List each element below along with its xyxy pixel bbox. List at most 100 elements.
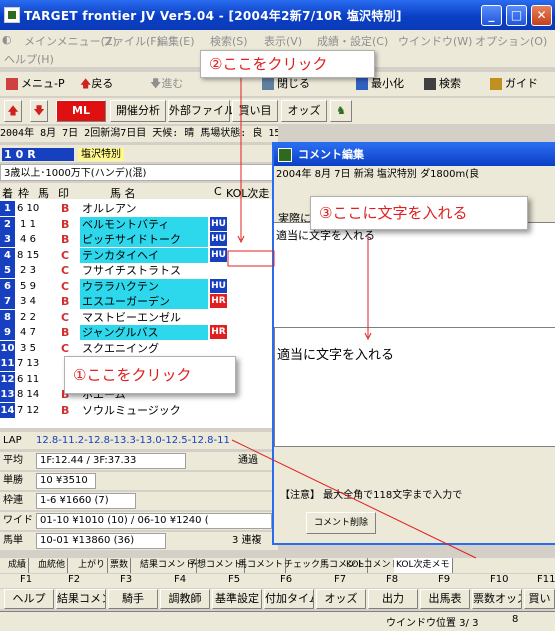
menu-view[interactable]: 表示(V) bbox=[264, 33, 302, 49]
fkey-label: F3 bbox=[120, 574, 133, 585]
horse-name-cell[interactable]: エスユーガーデン bbox=[80, 294, 208, 309]
menu-edit[interactable]: 編集(E) bbox=[157, 33, 195, 49]
minimize-button[interactable]: _ bbox=[481, 5, 502, 26]
fkey-button-10[interactable]: 票数オッズ bbox=[472, 589, 522, 609]
waku-cell: 8 14 bbox=[17, 389, 40, 400]
mark-cell: B bbox=[61, 326, 70, 339]
table-row[interactable]: 3 4 6 B ピッチサイドトーク HU bbox=[0, 232, 278, 247]
forward-button[interactable]: 🡇進む bbox=[150, 75, 183, 93]
dialog-note: 【注意】 最大全角で118文字まで入力で bbox=[280, 490, 463, 501]
fkey-button-8[interactable]: 出力 bbox=[368, 589, 418, 609]
table-row[interactable]: 14 7 12 B ソウルミュージック bbox=[0, 402, 278, 418]
fkey-button-7[interactable]: オッズ bbox=[316, 589, 366, 609]
horse-name-cell[interactable]: ウララハクテン bbox=[80, 278, 208, 294]
rank-cell: 14 bbox=[0, 402, 15, 418]
menu-search[interactable]: 検索(S) bbox=[210, 33, 248, 49]
buy-button[interactable]: 買い目 bbox=[232, 100, 278, 122]
menu-option[interactable]: オプション(O) bbox=[475, 33, 547, 49]
close-button[interactable]: ✕ bbox=[531, 5, 552, 26]
menu-help[interactable]: ヘルプ(H) bbox=[4, 51, 54, 67]
avg-label: 平均 bbox=[3, 455, 23, 466]
horse-name-cell[interactable]: ジャングルバス bbox=[80, 325, 208, 340]
comment-field[interactable]: 適当に文字を入れる bbox=[274, 222, 555, 327]
tab-1[interactable]: 血統他 bbox=[36, 558, 69, 573]
fkey-button-2[interactable]: 結果コメント bbox=[56, 589, 106, 609]
table-row[interactable]: 5 2 3 C フサイチストラトス bbox=[0, 263, 278, 278]
menu-window[interactable]: ウインドウ(W) bbox=[398, 33, 472, 49]
lap-label: LAP bbox=[3, 435, 22, 446]
horse-name-cell[interactable]: テンカタイヘイ bbox=[80, 247, 208, 263]
callout-1: ①ここをクリック bbox=[64, 356, 236, 394]
back-button[interactable]: 🡅戻る bbox=[80, 75, 113, 93]
page-number: 8 bbox=[512, 614, 519, 625]
table-row[interactable]: 16 10 B オルレアン bbox=[0, 201, 278, 216]
kol-tag[interactable]: HU bbox=[210, 247, 227, 262]
tab-2[interactable]: 上がり bbox=[76, 558, 109, 573]
rank-cell: 3 bbox=[0, 232, 15, 247]
odds-button[interactable]: オッズ bbox=[281, 100, 327, 122]
open-analysis-button[interactable]: 開催分析 bbox=[110, 100, 166, 122]
menu-icon[interactable]: ◐ bbox=[2, 33, 12, 46]
mark-cell: C bbox=[61, 310, 70, 324]
table-row[interactable]: 10 3 5 C スクエニイング bbox=[0, 340, 278, 356]
fkey-button-1[interactable]: ヘルプ bbox=[4, 589, 54, 609]
horse-icon[interactable]: ♞ bbox=[330, 100, 352, 122]
tab-0[interactable]: 成績 bbox=[6, 558, 30, 573]
horse-name-cell[interactable]: マストビーエンゼル bbox=[80, 310, 208, 325]
frame-row: 枠連 1-6 ¥1660 (7) bbox=[0, 492, 278, 510]
header-horse: 馬 bbox=[38, 187, 49, 200]
header-rank: 着 bbox=[2, 187, 13, 200]
fkey-label: F4 bbox=[174, 574, 187, 585]
window-title: TARGET frontier JV Ver5.04 - [2004年2新7/1… bbox=[24, 9, 402, 23]
fkey-button-9[interactable]: 出馬表 bbox=[420, 589, 470, 609]
prev-race-button[interactable]: 🡅 bbox=[4, 100, 22, 122]
guide-button[interactable]: ガイド bbox=[490, 75, 538, 93]
comment-input[interactable]: 適当に文字を入れる bbox=[274, 327, 555, 447]
table-row[interactable]: 48 15 C テンカタイヘイ HU bbox=[0, 247, 278, 263]
app-icon[interactable] bbox=[4, 7, 20, 23]
fkey-button-3[interactable]: 騎手 bbox=[108, 589, 158, 609]
fkey-button-5[interactable]: 基準設定 bbox=[212, 589, 262, 609]
kol-tag[interactable]: HU bbox=[210, 216, 227, 231]
horse-name-cell[interactable]: フサイチストラトス bbox=[80, 263, 208, 278]
rank-cell: 12 bbox=[0, 371, 15, 387]
fkey-button-6[interactable]: 付加タイム bbox=[264, 589, 314, 609]
main-menu-button[interactable]: メニュ-P bbox=[6, 75, 65, 93]
table-row[interactable]: 9 4 7 B ジャングルバス HR bbox=[0, 325, 278, 340]
table-row[interactable]: 8 2 2 C マストビーエンゼル bbox=[0, 309, 278, 325]
avg-extra: 通過 bbox=[238, 455, 258, 466]
delete-comment-button[interactable]: コメント削除 bbox=[306, 512, 376, 534]
table-row[interactable]: 7 3 4 B エスユーガーデン HR bbox=[0, 294, 278, 309]
table-row[interactable]: 2 1 1 B ベルモントバティ HU bbox=[0, 216, 278, 232]
ml-button[interactable]: ML bbox=[56, 100, 106, 122]
kol-tag[interactable]: HR bbox=[210, 325, 227, 339]
next-race-button[interactable]: 🡇 bbox=[30, 100, 48, 122]
horse-name-cell[interactable]: ソウルミュージック bbox=[80, 403, 208, 418]
kol-tag[interactable]: HU bbox=[210, 232, 227, 246]
search-tool-button[interactable]: 検索 bbox=[424, 75, 461, 93]
horse-name-cell[interactable]: オルレアン bbox=[80, 201, 208, 216]
kol-tag[interactable]: HR bbox=[210, 294, 227, 308]
horse-name-cell[interactable]: ピッチサイドトーク bbox=[80, 232, 208, 247]
fkey-label: F10 bbox=[490, 574, 509, 585]
menu-file[interactable]: ファイル(F) bbox=[102, 33, 161, 49]
tab-3[interactable]: 票数 bbox=[108, 558, 132, 573]
fkey-button-11[interactable]: 買い bbox=[524, 589, 555, 609]
frame-label: 枠連 bbox=[3, 495, 23, 506]
table-row[interactable]: 6 5 9 C ウララハクテン HU bbox=[0, 278, 278, 294]
menu-settings[interactable]: 成績・設定(C) bbox=[317, 33, 388, 49]
maximize-button[interactable]: □ bbox=[506, 5, 527, 26]
waku-cell: 2 3 bbox=[20, 265, 36, 276]
header-waku: 枠 bbox=[18, 187, 29, 200]
fkey-button-4[interactable]: 調教師 bbox=[160, 589, 210, 609]
rank-cell: 11 bbox=[0, 356, 15, 371]
horse-name-cell[interactable]: ベルモントバティ bbox=[80, 216, 208, 232]
kol-tag[interactable]: HU bbox=[210, 278, 227, 293]
rank-cell: 2 bbox=[0, 216, 15, 232]
tab-9[interactable]: KOL次走メモ bbox=[394, 558, 453, 573]
external-file-button[interactable]: 外部ファイル bbox=[168, 100, 235, 122]
tab-6[interactable]: 馬コメント bbox=[236, 558, 287, 573]
rank-cell: 13 bbox=[0, 387, 15, 402]
horse-name-cell[interactable]: スクエニイング bbox=[80, 341, 208, 356]
callout-3: ③ここに文字を入れる bbox=[310, 196, 528, 230]
